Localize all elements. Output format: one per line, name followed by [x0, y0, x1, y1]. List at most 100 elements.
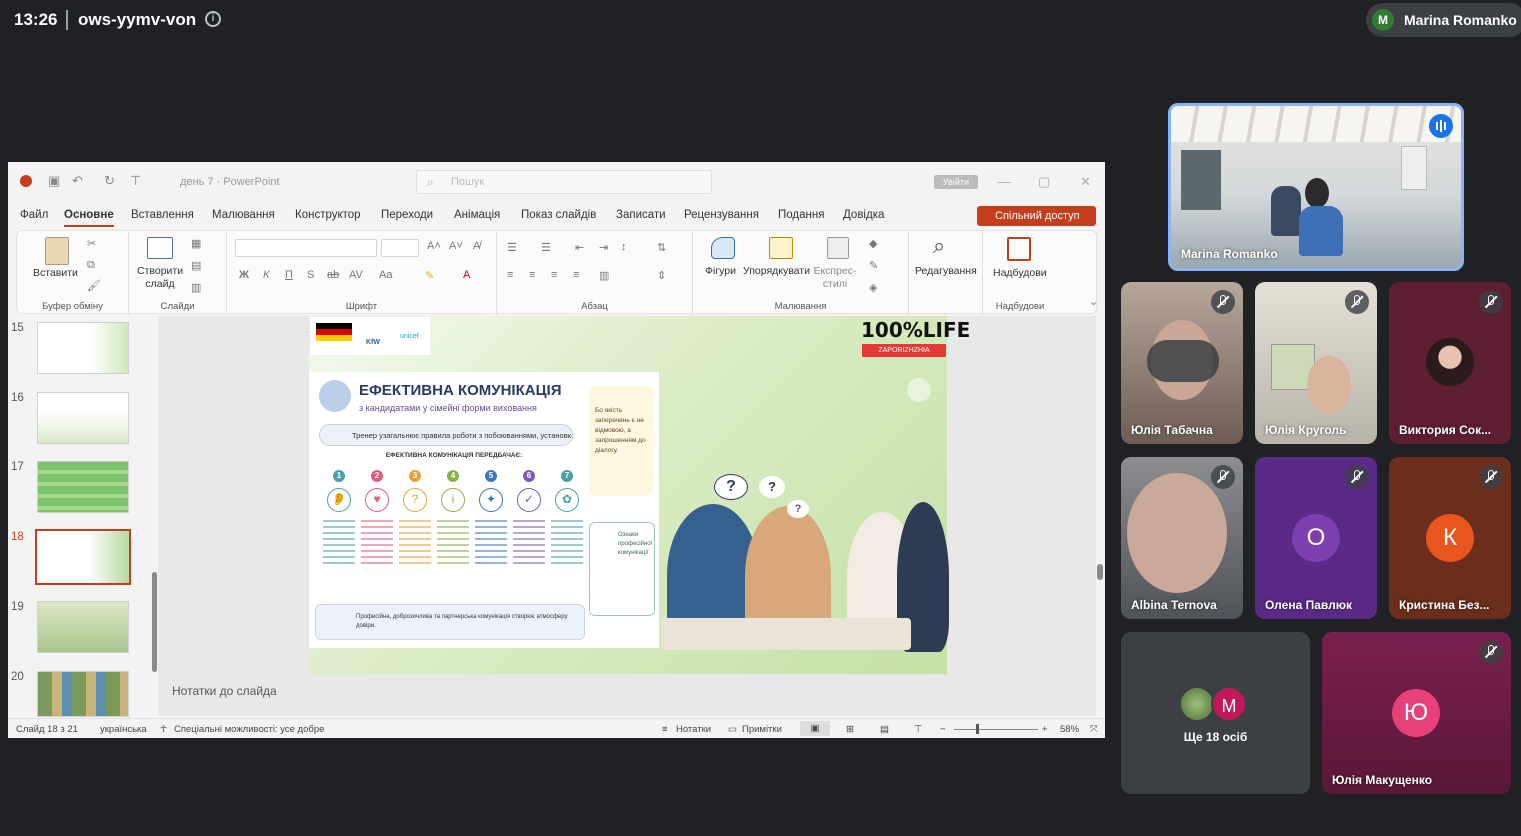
tab-animations[interactable]: Анімація	[454, 209, 500, 221]
slideshow-view-icon[interactable]: ⊤	[914, 724, 922, 735]
undo-icon[interactable]: ↶	[72, 173, 83, 189]
format-painter-icon[interactable]: 🖌	[87, 279, 101, 292]
more-participants-tile[interactable]: M Ще 18 осіб	[1121, 632, 1310, 794]
outline-icon[interactable]: ✎	[869, 259, 878, 272]
close-icon[interactable]: ✕	[1080, 174, 1091, 190]
tab-slideshow[interactable]: Показ слайдів	[521, 209, 596, 221]
strikethrough-icon[interactable]: ab	[327, 269, 339, 281]
minimize-icon[interactable]: —	[998, 174, 1011, 189]
indent-icon[interactable]: ⇤	[575, 241, 584, 254]
find-icon[interactable]: ⌕	[933, 233, 945, 259]
line-spacing-icon[interactable]: ↕	[621, 241, 627, 253]
comments-button[interactable]: ▭ Примітки	[728, 724, 782, 735]
align-center-icon[interactable]: ≡	[529, 269, 535, 281]
spacing-icon[interactable]: AV	[349, 269, 363, 281]
justify-icon[interactable]: ≡	[573, 269, 579, 281]
present-icon[interactable]: ⊤	[130, 173, 141, 189]
sorter-view-icon[interactable]: ⊞	[846, 724, 854, 735]
slide-thumbnail[interactable]	[37, 671, 129, 717]
tab-view[interactable]: Подання	[778, 209, 824, 221]
zoom-slider-thumb[interactable]	[976, 724, 979, 734]
underline-icon[interactable]: П	[285, 269, 293, 281]
copy-icon[interactable]: ⧉	[87, 259, 95, 272]
scrollbar-thumb[interactable]	[152, 572, 157, 672]
shadow-icon[interactable]: S	[307, 269, 314, 281]
slide-thumbnail[interactable]	[37, 601, 129, 653]
scrollbar-thumb[interactable]	[1097, 564, 1103, 580]
zoom-slider[interactable]	[954, 729, 1038, 730]
font-size-field[interactable]	[381, 239, 419, 257]
tab-design[interactable]: Конструктор	[295, 209, 361, 221]
new-slide-icon[interactable]	[147, 237, 173, 259]
tab-transitions[interactable]: Переходи	[381, 209, 433, 221]
language[interactable]: українська	[100, 724, 147, 735]
slide-thumbnail[interactable]	[37, 392, 129, 444]
slide-scrollbar[interactable]	[1096, 316, 1104, 716]
info-icon[interactable]: i	[205, 11, 221, 27]
tab-review[interactable]: Рецензування	[684, 209, 759, 221]
participant-tile[interactable]: Юлія Круголь	[1255, 282, 1377, 444]
editing-button[interactable]: Редагування	[915, 265, 977, 277]
effects-icon[interactable]: ◈	[869, 281, 877, 294]
bullets-icon[interactable]: ☰	[507, 241, 517, 254]
quick-styles-icon[interactable]	[827, 237, 849, 259]
case-icon[interactable]: Aa	[379, 269, 392, 281]
tab-record[interactable]: Записати	[616, 209, 666, 221]
quick-styles-button[interactable]: Експрес-стилі	[811, 265, 859, 291]
arrange-button[interactable]: Упорядкувати	[743, 265, 810, 277]
layout-icon[interactable]: ▦	[191, 237, 201, 250]
reading-view-icon[interactable]: ▤	[880, 724, 889, 735]
paste-icon[interactable]	[45, 237, 69, 265]
font-color-icon[interactable]: A	[463, 269, 470, 281]
normal-view-icon[interactable]: ▣	[800, 721, 830, 736]
paste-button[interactable]: Вставити	[33, 267, 78, 279]
text-direction-icon[interactable]: ⇅	[657, 241, 666, 254]
addins-icon[interactable]	[1007, 237, 1031, 261]
presenter-tile[interactable]: Marina Romanko	[1168, 103, 1464, 271]
align-text-icon[interactable]: ⇕	[657, 269, 666, 282]
font-name-field[interactable]	[235, 239, 377, 257]
align-left-icon[interactable]: ≡	[507, 269, 513, 281]
addins-button[interactable]: Надбудови	[993, 267, 1047, 279]
reset-icon[interactable]: ▤	[191, 259, 201, 272]
tab-draw[interactable]: Малювання	[212, 209, 275, 221]
tab-file[interactable]: Файл	[20, 209, 48, 221]
slide-thumbnail[interactable]	[37, 461, 129, 513]
maximize-icon[interactable]: ▢	[1038, 174, 1050, 190]
notes-placeholder[interactable]: Нотатки до слайда	[172, 684, 277, 698]
align-right-icon[interactable]: ≡	[551, 269, 557, 281]
highlight-icon[interactable]: ✎	[425, 269, 434, 282]
participant-tile[interactable]: Ю Юлія Макущенко	[1322, 632, 1511, 794]
save-icon[interactable]: ▣	[48, 173, 60, 189]
slide-thumbnail[interactable]	[37, 322, 129, 374]
participant-tile[interactable]: О Олена Павлюк	[1255, 457, 1377, 619]
arrange-icon[interactable]	[769, 237, 793, 259]
new-slide-button[interactable]: Створити слайд	[137, 265, 183, 291]
section-icon[interactable]: ▥	[191, 281, 201, 294]
fit-slide-icon[interactable]: ⤧	[1090, 724, 1098, 735]
fill-icon[interactable]: ◆	[869, 237, 877, 250]
collapse-ribbon-icon[interactable]: ⌄	[1089, 295, 1098, 308]
cut-icon[interactable]: ✂	[87, 237, 96, 250]
search-input[interactable]: ⌕ Пошук	[416, 170, 712, 194]
participant-tile[interactable]: К Кристина Без...	[1389, 457, 1511, 619]
participant-tile[interactable]: Юлія Табачна	[1121, 282, 1243, 444]
zoom-in-icon[interactable]: +	[1042, 724, 1048, 735]
tile-controls-overlay[interactable]	[1147, 340, 1219, 382]
participant-tile[interactable]: Albina Ternova	[1121, 457, 1243, 619]
numbering-icon[interactable]: ☰	[541, 241, 551, 254]
participant-tile[interactable]: Виктория Сок...	[1389, 282, 1511, 444]
share-button[interactable]: Спільний доступ	[977, 206, 1096, 226]
accessibility-status[interactable]: ☥ Спеціальні можливості: усе добре	[160, 724, 324, 735]
zoom-out-icon[interactable]: −	[940, 724, 946, 735]
slide-thumbnail-selected[interactable]	[35, 529, 131, 585]
grow-font-icon[interactable]: A˄	[427, 240, 441, 252]
outdent-icon[interactable]: ⇥	[599, 241, 608, 254]
signin-button[interactable]: Увійти	[934, 175, 978, 189]
presenter-chip[interactable]: M Marina Romanko (	[1366, 3, 1521, 37]
current-slide[interactable]: KfW unicef 100%LIFE ZAPORIZHZHIA ЕФЕКТИВ…	[309, 316, 970, 674]
columns-icon[interactable]: ▥	[599, 269, 609, 282]
tab-home[interactable]: Основне	[64, 209, 114, 227]
notes-button[interactable]: ≡ Нотатки	[662, 724, 711, 735]
bold-icon[interactable]: Ж	[239, 269, 249, 281]
